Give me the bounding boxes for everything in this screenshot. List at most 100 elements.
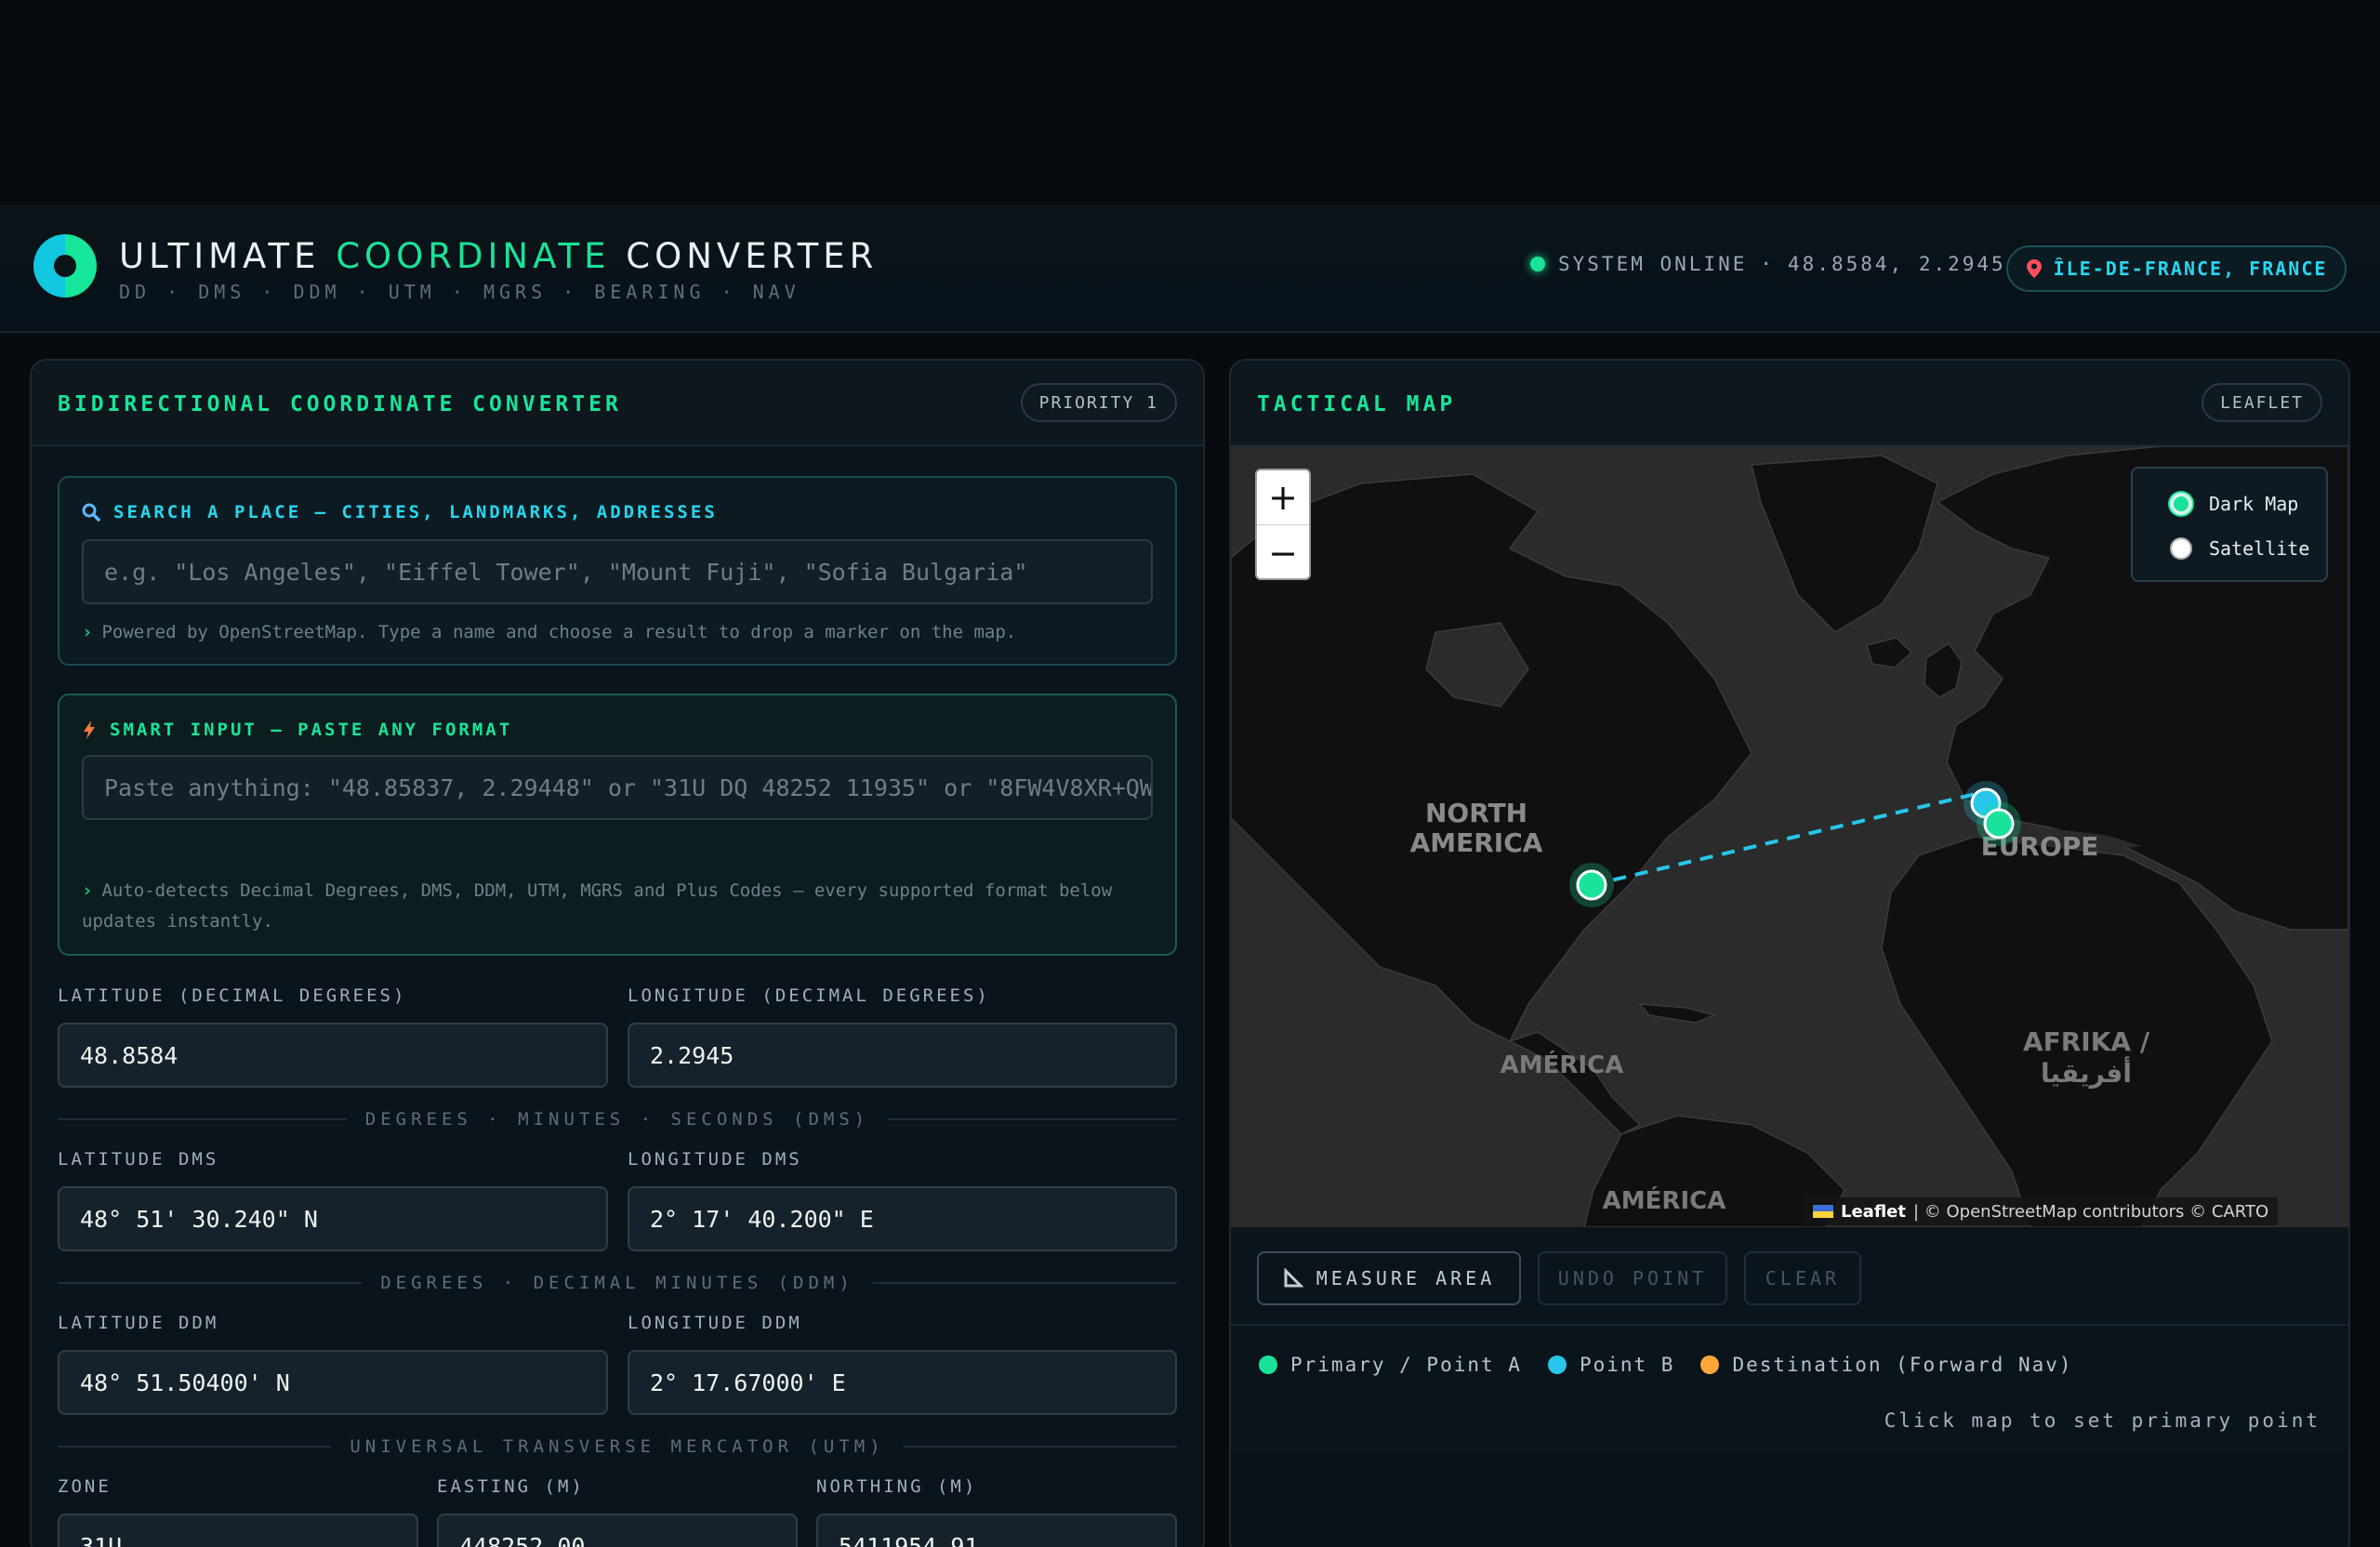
- search-note: › Powered by OpenStreetMap. Type a name a…: [82, 617, 1151, 648]
- clear-button[interactable]: CLEAR: [1744, 1251, 1861, 1305]
- dms-lat-field[interactable]: 48° 51' 30.240" N: [58, 1186, 608, 1251]
- dd-lon-label: LONGITUDE (DECIMAL DEGREES): [628, 985, 990, 1006]
- search-input[interactable]: e.g. "Los Angeles", "Eiffel Tower", "Mou…: [82, 539, 1153, 604]
- ukraine-flag-icon: [1813, 1205, 1833, 1218]
- app-header: ULTIMATE COORDINATE CONVERTER DD · DMS ·…: [0, 205, 2380, 333]
- utm-easting-label: EASTING (M): [437, 1476, 585, 1497]
- chevron-right-icon: ›: [82, 622, 93, 642]
- marker-primary-paris: [1983, 808, 2015, 840]
- label-america-central: AMÉRICA: [1501, 1050, 1624, 1079]
- map-panel: TACTICAL MAP LEAFLET NORTH AMERICA EUROP…: [1229, 359, 2350, 1547]
- smart-note-text: Auto-detects Decimal Degrees, DMS, DDM, …: [82, 880, 1113, 932]
- dms-lat-label: LATITUDE DMS: [58, 1149, 219, 1170]
- search-icon: [82, 503, 100, 522]
- status-label: SYSTEM ONLINE: [1558, 253, 1748, 275]
- label-africa: AFRIKA /: [2023, 1026, 2150, 1057]
- label-america-south: AMÉRICA: [1603, 1185, 1726, 1215]
- map-panel-footer: [1231, 1450, 2348, 1547]
- dms-lon-label: LONGITUDE DMS: [628, 1149, 802, 1170]
- location-badge[interactable]: ÎLE-DE-FRANCE, FRANCE: [2006, 245, 2347, 292]
- zoom-in-button[interactable]: +: [1257, 470, 1309, 525]
- layer-switcher: Dark Map Satellite: [2131, 467, 2328, 582]
- ddm-lat-field[interactable]: 48° 51.50400' N: [58, 1350, 608, 1415]
- attribution-text: | © OpenStreetMap contributors © CARTO: [1912, 1201, 2269, 1222]
- layer-dark-map[interactable]: Dark Map: [2170, 493, 2298, 515]
- utm-northing-label: NORTHING (M): [816, 1476, 978, 1497]
- tactical-map[interactable]: NORTH AMERICA EUROPE AMÉRICA AMÉRICA AFR…: [1231, 446, 2348, 1227]
- dd-lat-field[interactable]: 48.8584: [58, 1023, 608, 1088]
- utm-zone-field[interactable]: 31U: [58, 1514, 418, 1547]
- bolt-icon: [84, 721, 95, 739]
- system-status: SYSTEM ONLINE · 48.8584, 2.2945: [1530, 253, 2006, 275]
- map-attribution: Leaflet | © OpenStreetMap contributors ©…: [1804, 1197, 2279, 1225]
- utm-zone-label: ZONE: [58, 1476, 112, 1497]
- app-title: ULTIMATE COORDINATE CONVERTER: [119, 236, 878, 276]
- app-subtitle: DD · DMS · DDM · UTM · MGRS · BEARING · …: [119, 281, 800, 303]
- layer-satellite[interactable]: Satellite: [2170, 537, 2309, 560]
- ddm-lon-label: LONGITUDE DDM: [628, 1313, 802, 1333]
- smart-input-box: SMART INPUT — PASTE ANY FORMAT Paste any…: [58, 694, 1177, 956]
- status-dot-icon: [1530, 257, 1545, 271]
- utm-easting-field[interactable]: 448252.00: [437, 1514, 798, 1547]
- smart-input-label-text: SMART INPUT — PASTE ANY FORMAT: [110, 720, 513, 740]
- ddm-lat-label: LATITUDE DDM: [58, 1313, 219, 1333]
- utm-divider: UNIVERSAL TRANSVERSE MERCATOR (UTM): [58, 1435, 1177, 1458]
- map-title: TACTICAL MAP: [1257, 392, 1457, 416]
- measure-area-label: MEASURE AREA: [1316, 1267, 1496, 1289]
- measure-area-button[interactable]: MEASURE AREA: [1257, 1251, 1521, 1305]
- smart-input-label: SMART INPUT — PASTE ANY FORMAT: [82, 720, 512, 740]
- title-accent: COORDINATE: [336, 236, 611, 276]
- status-separator: ·: [1760, 253, 1776, 275]
- map-panel-header: TACTICAL MAP LEAFLET: [1231, 361, 2348, 446]
- ddm-divider-text: DEGREES · DECIMAL MINUTES (DDM): [380, 1273, 854, 1293]
- converter-panel-header: BIDIRECTIONAL COORDINATE CONVERTER PRIOR…: [32, 361, 1203, 446]
- undo-point-button[interactable]: UNDO POINT: [1538, 1251, 1727, 1305]
- radio-selected-icon[interactable]: [2170, 493, 2192, 515]
- map-toolbar: MEASURE AREA UNDO POINT CLEAR: [1231, 1227, 2348, 1326]
- radio-unselected-icon[interactable]: [2170, 537, 2192, 560]
- ddm-lon-field[interactable]: 2° 17.67000' E: [628, 1350, 1177, 1415]
- utm-divider-text: UNIVERSAL TRANSVERSE MERCATOR (UTM): [350, 1436, 885, 1457]
- search-box: SEARCH A PLACE — CITIES, LANDMARKS, ADDR…: [58, 476, 1177, 666]
- zoom-out-button[interactable]: −: [1257, 525, 1309, 580]
- status-coords: 48.8584, 2.2945: [1788, 253, 2006, 275]
- legend-destination-label: Destination (Forward Nav): [1732, 1354, 2073, 1376]
- dms-divider: DEGREES · MINUTES · SECONDS (DMS): [58, 1108, 1177, 1130]
- priority-badge: PRIORITY 1: [1020, 383, 1177, 422]
- dd-lat-label: LATITUDE (DECIMAL DEGREES): [58, 985, 407, 1006]
- ddm-divider: DEGREES · DECIMAL MINUTES (DDM): [58, 1272, 1178, 1294]
- dd-lon-field[interactable]: 2.2945: [628, 1023, 1177, 1088]
- legend-destination-dot-icon: [1700, 1355, 1720, 1374]
- search-label: SEARCH A PLACE — CITIES, LANDMARKS, ADDR…: [82, 502, 718, 522]
- location-badge-label: ÎLE-DE-FRANCE, FRANCE: [2053, 258, 2328, 280]
- leaflet-badge: LEAFLET: [2202, 383, 2322, 422]
- smart-input[interactable]: Paste anything: "48.85837, 2.29448" or "…: [82, 755, 1153, 820]
- legend-primary-dot-icon: [1259, 1355, 1277, 1374]
- dms-divider-text: DEGREES · MINUTES · SECONDS (DMS): [364, 1109, 870, 1130]
- smart-note: › Auto-detects Decimal Degrees, DMS, DDM,…: [82, 876, 1151, 937]
- utm-northing-field[interactable]: 5411954.91: [816, 1514, 1177, 1547]
- legend-point-b-label: Point B: [1579, 1354, 1675, 1376]
- marker-primary-a: [1576, 869, 1607, 901]
- search-note-text: Powered by OpenStreetMap. Type a name an…: [101, 622, 1017, 642]
- app-logo-icon: [33, 234, 97, 298]
- label-north-america-2: AMERICA: [1410, 827, 1543, 858]
- attribution-leaflet-link[interactable]: Leaflet: [1841, 1202, 1906, 1222]
- title-part: ULTIMATE: [119, 236, 337, 276]
- title-part: CONVERTER: [610, 236, 879, 276]
- zoom-control: + −: [1255, 469, 1311, 580]
- label-north-america: NORTH: [1425, 798, 1527, 828]
- search-label-text: SEARCH A PLACE — CITIES, LANDMARKS, ADDR…: [113, 502, 718, 522]
- converter-title: BIDIRECTIONAL COORDINATE CONVERTER: [58, 392, 622, 416]
- pin-icon: [2026, 259, 2042, 278]
- map-hint: Click map to set primary point: [1884, 1409, 2320, 1432]
- browser-top-area: [0, 0, 2380, 205]
- converter-panel: BIDIRECTIONAL COORDINATE CONVERTER PRIOR…: [30, 359, 1205, 1547]
- legend-point-b-dot-icon: [1547, 1355, 1567, 1374]
- legend-primary-label: Primary / Point A: [1290, 1354, 1522, 1376]
- layer-satellite-label: Satellite: [2209, 537, 2310, 560]
- label-africa-ar: أفريقيا: [2041, 1056, 2132, 1089]
- chevron-right-icon: ›: [82, 880, 93, 901]
- dms-lon-field[interactable]: 2° 17' 40.200" E: [628, 1186, 1177, 1251]
- layer-dark-label: Dark Map: [2209, 493, 2299, 515]
